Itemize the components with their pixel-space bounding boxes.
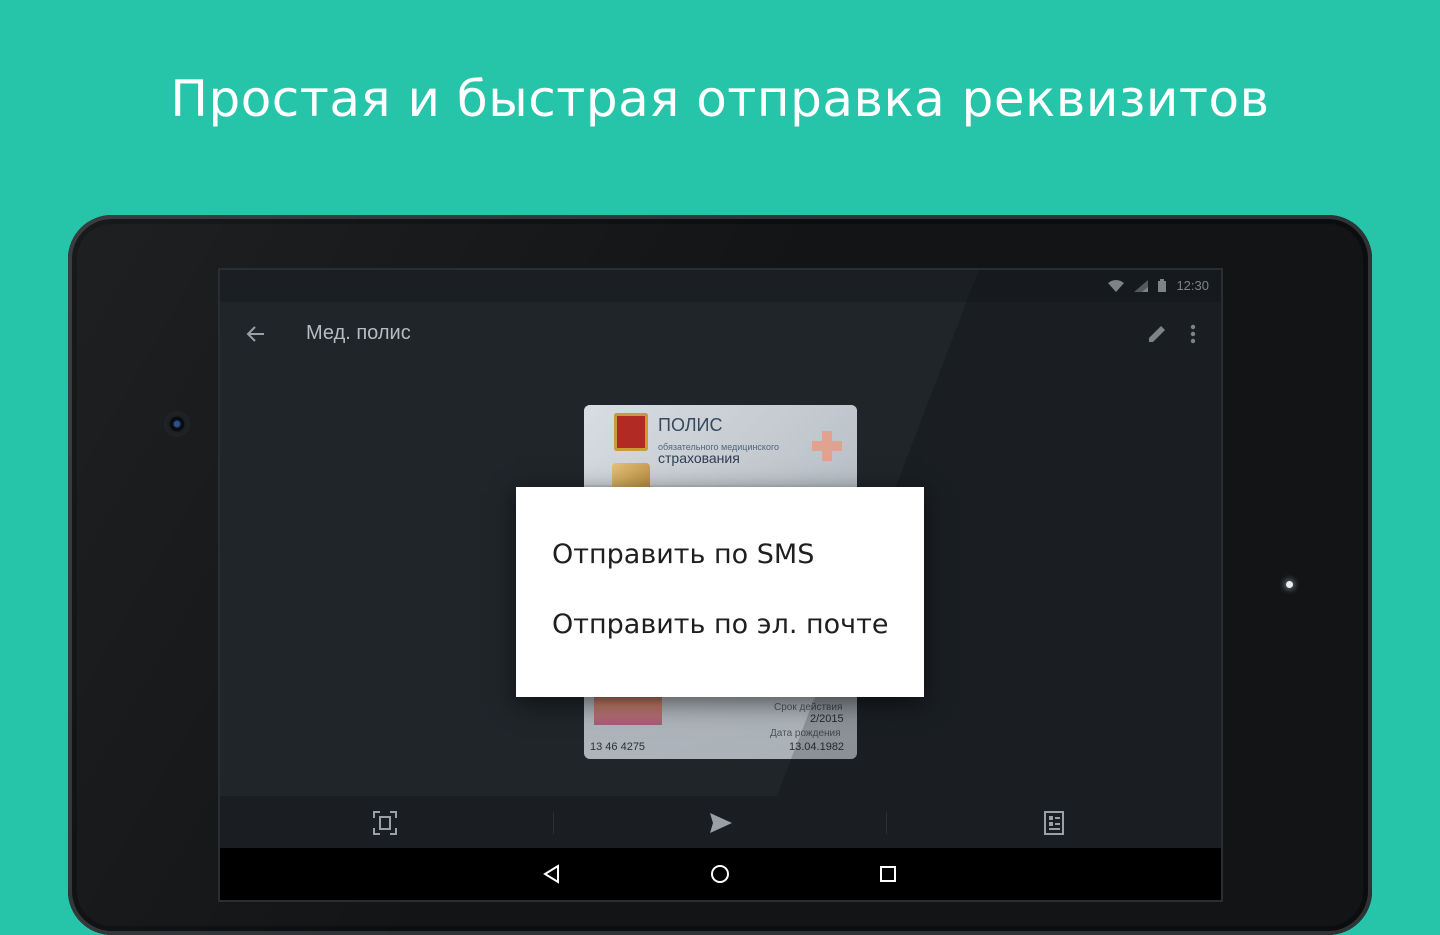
arrow-back-icon [246, 326, 264, 342]
camera-icon [166, 413, 188, 435]
birth-value: 13.04.1982 [789, 741, 845, 753]
card-title: ПОЛИС [658, 415, 723, 435]
headline: Простая и быстрая отправка реквизитов [170, 70, 1270, 128]
scan-button[interactable] [368, 806, 402, 840]
device-screen: 12:30 Мед. полис ПОЛИС обязательного мед… [220, 270, 1221, 900]
send-button[interactable] [704, 806, 738, 840]
battery-icon [1158, 279, 1167, 292]
status-icons: 12:30 [1108, 278, 1209, 293]
details-list-icon [1044, 811, 1064, 835]
send-email-option[interactable]: Отправить по эл. почте [552, 609, 888, 640]
edit-icon [1149, 326, 1165, 342]
more-vert-icon [1190, 324, 1196, 344]
toolbar-divider [886, 812, 887, 834]
edit-button[interactable] [1143, 320, 1171, 348]
valid-label: Срок действия [774, 702, 843, 713]
nav-back-icon [543, 864, 559, 884]
share-dialog: Отправить по SMS Отправить по эл. почте [516, 487, 924, 697]
back-button[interactable] [240, 318, 272, 350]
nav-home-icon [711, 865, 729, 883]
card-subtitle: страхования [658, 450, 740, 466]
status-time: 12:30 [1176, 278, 1209, 293]
card-number: 13 46 4275 [590, 741, 646, 753]
birth-label: Дата рождения [770, 728, 841, 739]
wifi-icon [1108, 279, 1125, 292]
details-button[interactable] [1037, 806, 1071, 840]
signal-icon [1134, 279, 1149, 292]
nav-recents-icon [880, 866, 896, 882]
system-nav-bar [220, 848, 1221, 900]
nav-back-button[interactable] [538, 860, 566, 888]
light-sensor [1286, 581, 1293, 588]
toolbar-divider [553, 812, 554, 834]
send-icon [710, 813, 732, 833]
app-bar: Мед. полис [220, 302, 1221, 366]
more-options-button[interactable] [1179, 320, 1207, 348]
nav-home-button[interactable] [706, 860, 734, 888]
status-bar: 12:30 [220, 270, 1221, 302]
valid-value: 2/2015 [810, 713, 844, 725]
bottom-toolbar [220, 796, 1221, 848]
send-sms-option[interactable]: Отправить по SMS [552, 539, 814, 570]
scan-frame-icon [373, 811, 397, 835]
coat-of-arms-icon [614, 413, 648, 451]
medical-cross-icon [812, 431, 842, 461]
nav-recents-button[interactable] [874, 860, 902, 888]
page-title: Мед. полис [306, 322, 411, 344]
